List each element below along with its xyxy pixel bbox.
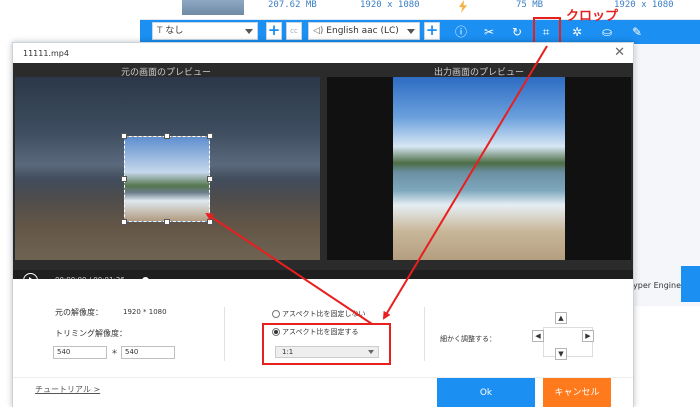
hyper-engine-toggle[interactable]	[681, 266, 700, 302]
nudge-right-icon[interactable]: ▶	[582, 330, 594, 342]
crop-handle-right[interactable]	[207, 176, 213, 182]
tutorial-link[interactable]: チュートリアル >	[35, 384, 100, 395]
file-size-1: 207.62 MB	[268, 0, 317, 10]
divider	[424, 307, 425, 361]
crop-selection-box[interactable]	[124, 136, 210, 222]
crop-dialog: 11111.mp4 ✕ 元の画面のプレビュー 出力画面のプレビュー 00:00:…	[12, 42, 634, 407]
trim-height-input[interactable]: 540	[121, 346, 175, 359]
output-preview-image	[393, 77, 565, 260]
crop-handle-bottom[interactable]	[164, 219, 170, 225]
file-size-2: 75 MB	[516, 0, 544, 10]
radio-unlock-aspect-label[interactable]: アスペクト比を固定しない	[282, 309, 366, 319]
add-audio-button[interactable]: +	[424, 22, 440, 40]
info-icon[interactable]: ⓘ	[452, 23, 470, 41]
radio-unlock-aspect[interactable]	[272, 310, 280, 318]
add-subtitle-button[interactable]: +	[266, 22, 282, 40]
nudge-left-icon[interactable]: ◀	[532, 330, 544, 342]
background-thumbnail	[182, 0, 244, 15]
crop-handle-top-right[interactable]	[207, 133, 213, 139]
cc-button[interactable]: cc	[286, 22, 302, 40]
scissors-icon[interactable]: ✂	[480, 23, 498, 41]
audio-dropdown[interactable]: ◁) English aac (LC)	[308, 22, 420, 40]
crop-handle-top[interactable]	[164, 133, 170, 139]
crop-handle-top-left[interactable]	[121, 133, 127, 139]
source-resolution-label: 元の解像度：	[55, 308, 103, 317]
subtitle-dropdown-value: なし	[165, 26, 184, 36]
chevron-down-icon	[245, 29, 253, 34]
close-icon[interactable]: ✕	[614, 45, 625, 60]
crop-highlight-box	[533, 17, 561, 45]
trim-width-input[interactable]: 540	[53, 346, 107, 359]
audio-dropdown-value: English aac (LC)	[326, 26, 399, 36]
trim-resolution-label: トリミング解像度：	[55, 329, 127, 338]
edit-subtitle-icon[interactable]: ✎	[628, 23, 646, 41]
cancel-button[interactable]: キャンセル	[543, 378, 611, 407]
source-preview-image	[15, 77, 320, 260]
fine-adjust-label: 細かく調整する：	[440, 335, 496, 343]
ok-button[interactable]: Ok	[437, 378, 535, 407]
output-preview-frame	[327, 77, 631, 260]
crop-handle-bottom-left[interactable]	[121, 219, 127, 225]
rotate-icon[interactable]: ↻	[508, 23, 526, 41]
aspect-ratio-highlight-box	[262, 323, 391, 365]
dialog-footer: チュートリアル > Ok キャンセル	[13, 377, 633, 407]
subtitle-dropdown[interactable]: T なし	[152, 22, 258, 40]
hyper-engine-label: Hyper Engine	[627, 281, 681, 290]
chevron-down-icon	[407, 29, 415, 34]
resolution-1: 1920 x 1080	[360, 0, 420, 10]
divider	[224, 307, 225, 361]
nudge-down-icon[interactable]: ▼	[555, 348, 567, 360]
crop-annotation-label: クロップ	[566, 9, 619, 24]
source-resolution-value: 1920 * 1080	[123, 308, 167, 316]
crop-settings: 元の解像度： 1920 * 1080 トリミング解像度： 540 ＊ 540 ア…	[13, 279, 633, 377]
dialog-title: 11111.mp4	[23, 49, 69, 58]
crop-handle-left[interactable]	[121, 176, 127, 182]
trim-separator: ＊	[111, 348, 118, 356]
crop-handle-bottom-right[interactable]	[207, 219, 213, 225]
resolution-2: 1920 x 1080	[614, 0, 674, 10]
watermark-icon[interactable]: ⛀	[598, 23, 616, 41]
preview-area: 元の画面のプレビュー 出力画面のプレビュー 00:00:00 / 00:01:2…	[13, 63, 633, 294]
nudge-up-icon[interactable]: ▲	[555, 312, 567, 324]
effects-icon[interactable]: ✲	[568, 23, 586, 41]
